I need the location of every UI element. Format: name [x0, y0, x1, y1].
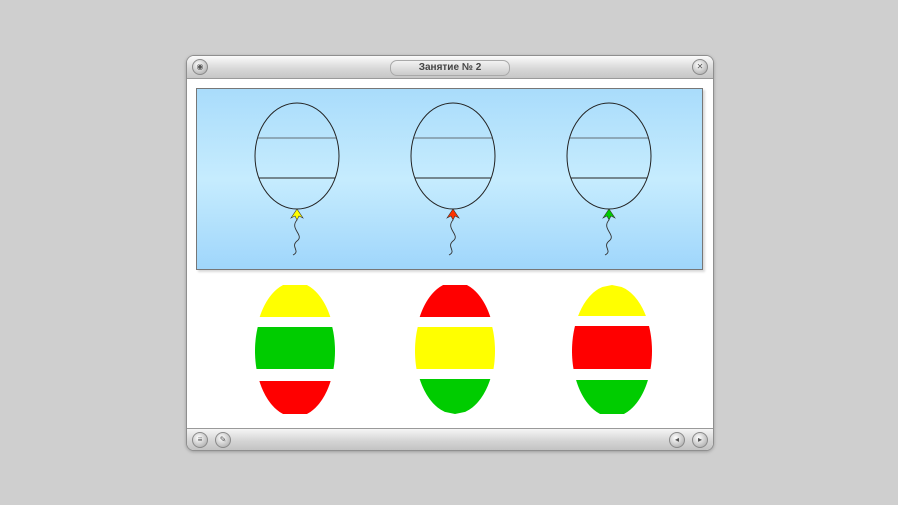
window-title: Занятие № 2: [390, 60, 510, 76]
balloon-outlines: [254, 102, 652, 256]
balloon-outline-3: [566, 102, 652, 256]
balloon-outline-panel: [196, 88, 703, 270]
title-bar: ◉ Занятие № 2 ✕: [187, 56, 713, 79]
balloon-knot: [446, 208, 460, 221]
balloon-string: [292, 219, 300, 256]
balloon-piece-bottom: [576, 380, 648, 414]
balloon-outline-1: [254, 102, 340, 256]
balloon-knot: [290, 208, 304, 221]
balloon-piece-top: [259, 285, 331, 317]
edit-icon[interactable]: ✎: [215, 432, 231, 448]
piece-column-3: [572, 285, 652, 414]
balloon-string: [604, 219, 612, 256]
balloon-string: [448, 219, 456, 256]
back-icon[interactable]: ◂: [669, 432, 685, 448]
balloon-pieces-area: [187, 284, 713, 424]
piece-column-2: [415, 285, 495, 414]
bottom-toolbar: ≡ ✎ ◂ ▸: [187, 428, 713, 450]
balloon-piece-top: [419, 285, 491, 317]
balloon-piece-bottom: [259, 381, 331, 414]
piece-column-1: [255, 285, 335, 414]
balloon-piece-middle: [572, 326, 652, 369]
balloon-pieces: [255, 285, 652, 414]
balloon-outline-2: [410, 102, 496, 256]
lesson-window: ◉ Занятие № 2 ✕ ≡ ✎ ◂ ▸: [186, 55, 714, 451]
menu-icon[interactable]: ≡: [192, 432, 208, 448]
balloon-body: [410, 102, 496, 210]
window-menu-icon[interactable]: ◉: [192, 59, 208, 75]
close-icon[interactable]: ✕: [692, 59, 708, 75]
balloon-body: [566, 102, 652, 210]
balloon-piece-middle: [255, 327, 335, 369]
forward-icon[interactable]: ▸: [692, 432, 708, 448]
balloon-piece-top: [578, 285, 646, 316]
balloon-body: [254, 102, 340, 210]
balloon-knot: [602, 208, 616, 221]
balloon-piece-bottom: [419, 379, 491, 414]
balloon-piece-middle: [415, 327, 495, 369]
